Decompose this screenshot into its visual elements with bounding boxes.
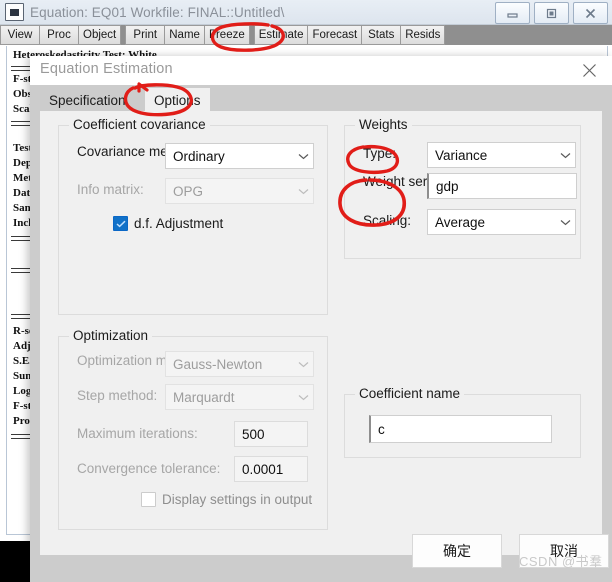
coefficient-name-input[interactable]: c [369, 415, 552, 443]
toolbar-button-proc[interactable]: Proc [40, 25, 79, 45]
toolbar-button-freeze[interactable]: Freeze [204, 25, 250, 45]
covariance-method-value: Ordinary [173, 148, 225, 164]
weights-group: Weights Type: Variance Weight series: gd… [344, 117, 581, 259]
df-adjustment-label: d.f. Adjustment [134, 216, 224, 231]
chevron-down-icon [293, 153, 313, 160]
dialog-title: Equation Estimation [40, 61, 173, 77]
coefficient-name-value: c [378, 421, 385, 437]
weights-type-label: Type: [363, 146, 397, 161]
close-button[interactable] [573, 2, 608, 24]
covariance-method-label: Covariance method: [77, 144, 198, 159]
max-iterations-label: Maximum iterations: [77, 426, 198, 441]
info-matrix-select[interactable]: OPG [165, 178, 314, 204]
info-matrix-label: Info matrix: [77, 182, 144, 197]
optimization-legend: Optimization [69, 328, 153, 343]
coefficient-name-legend: Coefficient name [355, 386, 465, 401]
weights-scaling-label: Scaling: [363, 213, 412, 228]
covariance-method-select[interactable]: Ordinary [165, 143, 314, 169]
display-settings-checkbox[interactable]: Display settings in output [141, 492, 312, 507]
desktop-background-strip [0, 541, 30, 582]
equation-estimation-dialog: Equation Estimation Specification Option… [30, 56, 612, 582]
optimization-method-value: Gauss-Newton [173, 356, 263, 372]
weights-scaling-select[interactable]: Average [427, 209, 576, 235]
step-method-label: Step method: [77, 388, 158, 403]
window-title: Equation: EQ01 Workfile: FINAL::Untitled… [30, 4, 285, 20]
step-method-select[interactable]: Marquardt [165, 384, 314, 410]
max-iterations-input[interactable]: 500 [234, 421, 308, 447]
toolbar-button-name[interactable]: Name [165, 25, 205, 45]
toolbar-button-estimate[interactable]: Estimate [253, 25, 309, 45]
chevron-down-icon [555, 219, 575, 226]
weight-series-value: gdp [436, 178, 459, 194]
dialog-body: Specification Options Coefficient covari… [30, 85, 612, 555]
df-adjustment-checkbox[interactable]: d.f. Adjustment [113, 216, 223, 231]
maximize-button[interactable] [534, 2, 569, 24]
convergence-tolerance-value: 0.0001 [242, 461, 284, 477]
checkbox-checked-icon [113, 216, 128, 231]
dialog-tabstrip: Specification Options [30, 85, 612, 112]
minimize-button[interactable] [495, 2, 530, 24]
checkbox-unchecked-icon [141, 492, 156, 507]
system-menu-icon[interactable] [5, 3, 24, 21]
chevron-down-icon [293, 188, 313, 195]
toolbar-button-object[interactable]: Object [79, 25, 122, 45]
max-iterations-value: 500 [242, 426, 265, 442]
window-controls [495, 2, 608, 24]
display-settings-label: Display settings in output [162, 492, 313, 507]
coefficient-name-group: Coefficient name c [344, 386, 581, 458]
chevron-down-icon [293, 394, 313, 401]
convergence-tolerance-label: Convergence tolerance: [77, 461, 221, 476]
step-method-value: Marquardt [173, 389, 235, 405]
ok-button[interactable]: 确定 [412, 534, 502, 568]
optimization-method-label: Optimization method: [77, 353, 205, 368]
coefficient-covariance-legend: Coefficient covariance [69, 117, 210, 132]
toolbar-button-resids[interactable]: Resids [401, 25, 446, 45]
weights-legend: Weights [355, 117, 412, 132]
tab-options[interactable]: Options [145, 88, 210, 112]
dialog-titlebar: Equation Estimation [30, 56, 612, 85]
dialog-footer: 确定 取消 [30, 534, 612, 582]
toolbar-button-stats[interactable]: Stats [362, 25, 402, 45]
weights-type-select[interactable]: Variance [427, 142, 576, 168]
weights-scaling-value: Average [435, 214, 486, 230]
chevron-down-icon [293, 361, 313, 368]
cancel-button[interactable]: 取消 [519, 534, 609, 568]
options-tab-panel: Coefficient covariance Covariance method… [40, 111, 602, 555]
optimization-method-select[interactable]: Gauss-Newton [165, 351, 314, 377]
coefficient-covariance-group: Coefficient covariance Covariance method… [58, 117, 328, 315]
dialog-close-icon[interactable] [574, 59, 604, 81]
weights-type-value: Variance [435, 147, 488, 163]
info-matrix-value: OPG [173, 183, 204, 199]
chevron-down-icon [555, 152, 575, 159]
tab-specification[interactable]: Specification [40, 88, 135, 112]
convergence-tolerance-input[interactable]: 0.0001 [234, 456, 308, 482]
toolbar-button-view[interactable]: View [0, 25, 40, 45]
window-titlebar: Equation: EQ01 Workfile: FINAL::Untitled… [0, 0, 612, 25]
weight-series-label: Weight series: [363, 174, 449, 189]
toolbar-button-forecast[interactable]: Forecast [308, 25, 363, 45]
optimization-group: Optimization Optimization method: Gauss-… [58, 328, 328, 530]
equation-toolbar: View Proc Object Print Name Freeze Estim… [0, 25, 612, 45]
weight-series-input[interactable]: gdp [427, 173, 577, 199]
toolbar-button-print[interactable]: Print [125, 25, 166, 45]
